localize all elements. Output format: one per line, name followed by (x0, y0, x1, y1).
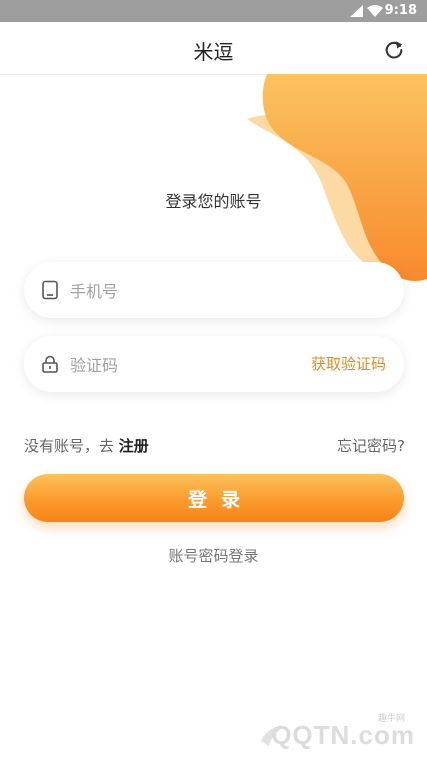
phone-input[interactable] (68, 262, 312, 320)
login-subtitle: 登录您的账号 (165, 192, 262, 211)
password-login-link[interactable]: 账号密码登录 (168, 547, 258, 565)
login-button[interactable]: 登录 (24, 474, 404, 522)
register-link[interactable]: 注册 (119, 437, 149, 455)
status-bar: 9:18 (0, 0, 427, 22)
watermark: 趣牛网 QQTN.com (251, 711, 421, 751)
signal-icon (350, 5, 363, 17)
code-input[interactable] (68, 336, 312, 394)
links-row: 没有账号，去 注册 忘记密码? (24, 435, 405, 455)
wifi-icon (367, 5, 383, 17)
decorative-orange-shape (247, 74, 427, 281)
forgot-password-link[interactable]: 忘记密码? (337, 435, 405, 456)
app-bar: 米逗 (0, 22, 427, 75)
code-field[interactable]: 获取验证码 (24, 336, 404, 394)
lock-icon (42, 355, 58, 373)
register-prompt: 没有账号，去 注册 (24, 435, 149, 456)
phone-icon (42, 280, 58, 300)
alt-login-row: 账号密码登录 (0, 545, 427, 566)
refresh-icon[interactable] (383, 39, 405, 61)
no-account-text: 没有账号，去 (24, 437, 115, 455)
app-title: 米逗 (193, 40, 234, 64)
watermark-big-text: QQTN.com (271, 720, 415, 750)
phone-field[interactable] (24, 262, 404, 320)
status-time: 9:18 (384, 3, 417, 18)
get-code-button[interactable]: 获取验证码 (311, 353, 386, 374)
